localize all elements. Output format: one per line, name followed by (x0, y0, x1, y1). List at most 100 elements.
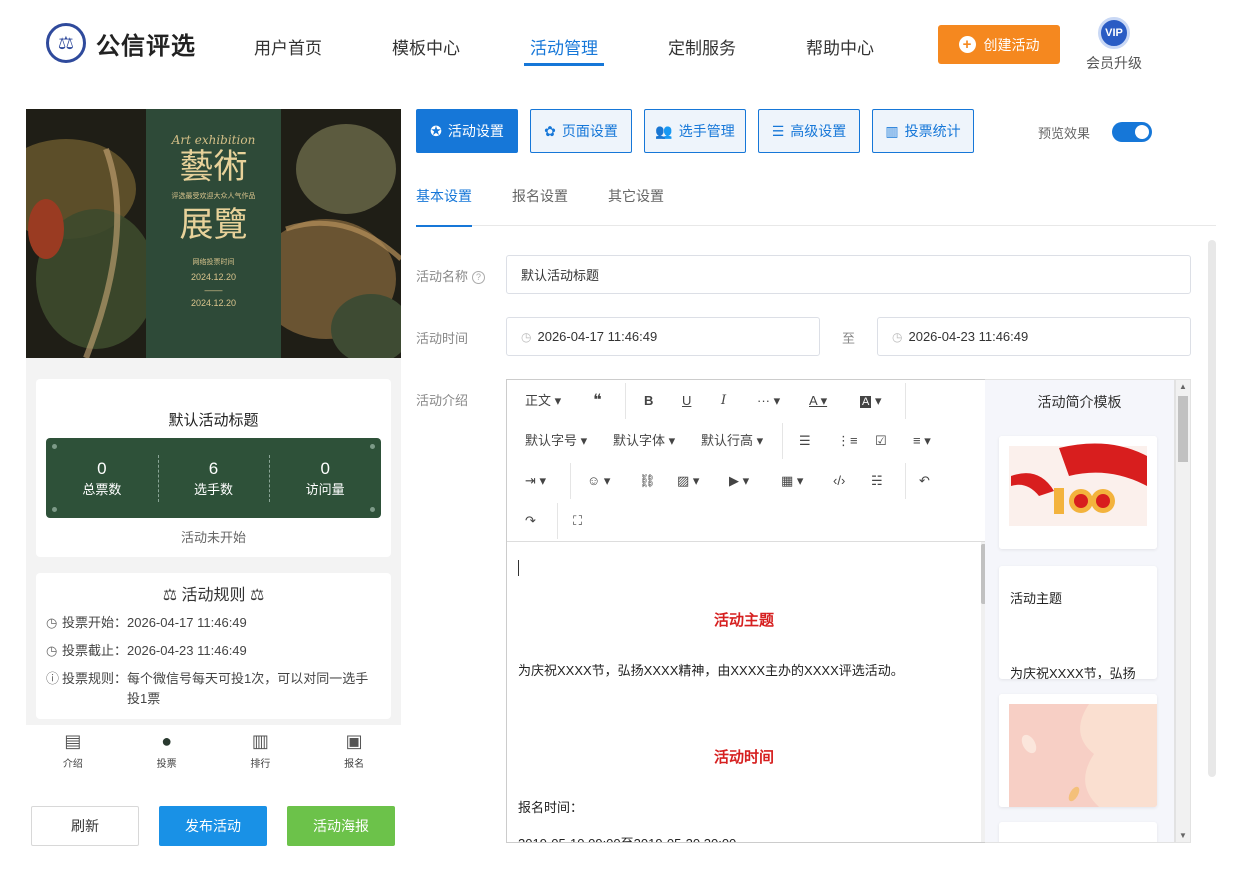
clock-icon: ◷ (521, 329, 532, 344)
stat-label: 访问量 (305, 481, 345, 497)
mobile-tabbar: ▤ 介绍 ● 投票 ▥ 排行 ▣ 报名 (26, 725, 401, 777)
tab-page-settings[interactable]: ✿ 页面设置 (530, 109, 632, 153)
subtab-signup[interactable]: 报名设置 (512, 186, 568, 226)
indent-dropdown-icon[interactable]: ⇥ ▾ (525, 471, 546, 491)
stats-panel: 0 总票数 6 选手数 0 访问量 (46, 438, 381, 518)
template-scrollbar-thumb[interactable] (1178, 396, 1188, 462)
tab-label: 高级设置 (790, 123, 847, 139)
preview-switch[interactable] (1112, 122, 1153, 142)
scroll-up-icon[interactable]: ▲ (1179, 382, 1187, 391)
link-icon[interactable]: ⛓ (639, 471, 656, 491)
template-card[interactable] (999, 822, 1157, 842)
italic-button[interactable]: I (721, 391, 726, 411)
tab-advanced-settings[interactable]: ☰ 高级设置 (758, 109, 860, 153)
star-icon: ✪ (430, 122, 442, 139)
bold-button[interactable]: B (644, 391, 653, 411)
settings-sub-tabs: 基本设置 报名设置 其它设置 (416, 186, 1216, 227)
tab-signup[interactable]: ▣ 报名 (307, 725, 401, 777)
scroll-down-icon[interactable]: ▼ (1179, 831, 1187, 840)
tab-rank[interactable]: ▥ 排行 (214, 725, 308, 777)
table-dropdown-icon[interactable]: ▦ ▾ (781, 471, 803, 491)
divider-line-icon[interactable]: ☵ (871, 471, 883, 491)
refresh-button[interactable]: 刷新 (31, 806, 139, 846)
tab-label: 介绍 (62, 759, 83, 770)
vip-upgrade[interactable]: VIP 会员升级 (1084, 17, 1144, 73)
subtab-other[interactable]: 其它设置 (608, 186, 664, 226)
fullscreen-icon[interactable]: ⛶ (573, 511, 582, 531)
more-format-dropdown[interactable]: ··· ▾ (757, 391, 780, 411)
text-cursor (518, 560, 519, 576)
template-scrollbar[interactable]: ▲ ▼ (1175, 379, 1191, 843)
todo-list-icon[interactable]: ☑ (875, 431, 887, 451)
tab-activity-settings[interactable]: ✪ 活动设置 (416, 109, 518, 153)
nav-activity-management[interactable]: 活动管理 (524, 34, 604, 66)
template-panel-title: 活动简介模板 (1037, 394, 1122, 410)
tab-label: 投票统计 (904, 123, 961, 139)
paragraph-dropdown[interactable]: 正文 ▾ (525, 391, 561, 411)
tab-label: 投票 (156, 759, 177, 770)
paragraph-label: 正文 (525, 393, 552, 408)
gavel-icon: ⚖ (249, 587, 265, 604)
stat-value: 0 (320, 458, 330, 478)
bar-chart-icon: ▥ (885, 122, 899, 139)
redo-icon[interactable]: ↷ (525, 511, 536, 531)
emoji-dropdown-icon[interactable]: ☺ ▾ (587, 471, 610, 491)
activity-poster-button[interactable]: 活动海报 (287, 806, 395, 846)
tab-vote-statistics[interactable]: ▥ 投票统计 (872, 109, 974, 153)
tab-contestant-management[interactable]: 👥 选手管理 (644, 109, 746, 153)
background-color-dropdown[interactable]: A ▾ (860, 391, 881, 411)
stat-total-votes: 0 总票数 (46, 459, 158, 498)
numbered-list-icon[interactable]: ⋮≡ (837, 431, 858, 451)
undo-icon[interactable]: ↶ (919, 471, 930, 491)
tab-vote[interactable]: ● 投票 (120, 725, 214, 777)
logo[interactable]: ⚖ 公信评选 (46, 23, 196, 63)
tab-intro[interactable]: ▤ 介绍 (26, 725, 120, 777)
publish-activity-button[interactable]: 发布活动 (159, 806, 267, 846)
nav-home[interactable]: 用户首页 (254, 34, 322, 66)
subtab-basic[interactable]: 基本设置 (416, 186, 472, 227)
template-thumbnail (999, 436, 1157, 549)
tab-label: 页面设置 (561, 123, 618, 139)
code-icon[interactable]: ‹/› (833, 471, 845, 491)
activity-summary-card: 默认活动标题 0 总票数 6 选手数 0 访问量 活动未开始 (36, 379, 391, 557)
bullet-list-icon[interactable]: ☰ (799, 431, 811, 451)
align-dropdown-icon[interactable]: ≡ ▾ (913, 431, 931, 451)
line-height-dropdown[interactable]: 默认行高 ▾ (701, 431, 763, 451)
font-color-label: A (809, 393, 817, 408)
toolbar-divider (570, 463, 571, 499)
nav-templates[interactable]: 模板中心 (392, 34, 460, 66)
nav-help[interactable]: 帮助中心 (806, 34, 874, 66)
rule-vote-start: ◷ 投票开始： 2026-04-17 11:46:49 (46, 613, 391, 633)
rule-value: 2026-04-23 11:46:49 (127, 643, 247, 658)
editor-content[interactable]: 活动主题 为庆祝XXXX节，弘扬XXXX精神，由XXXX主办的XXXX评选活动。… (507, 542, 981, 842)
template-card[interactable] (999, 694, 1157, 807)
font-family-dropdown[interactable]: 默认字体 ▾ (613, 431, 675, 451)
corner-dot (370, 507, 375, 512)
activity-name-label: 活动名称? (416, 266, 486, 285)
toolbar-divider (905, 463, 906, 499)
tab-label: 选手管理 (678, 123, 735, 139)
nav-custom-service[interactable]: 定制服务 (668, 34, 736, 66)
end-time-input[interactable]: ◷ 2026-04-23 11:46:49 (877, 317, 1191, 356)
image-dropdown-icon[interactable]: ▨ ▾ (677, 471, 699, 491)
template-card[interactable] (999, 436, 1157, 549)
content-paragraph: 报名时间： (518, 800, 584, 815)
template-card[interactable]: 活动主题 为庆祝XXXX节，弘扬 (999, 566, 1157, 679)
font-family-label: 默认字体 (613, 433, 666, 448)
create-activity-button[interactable]: + 创建活动 (938, 25, 1060, 64)
page-scrollbar[interactable] (1208, 240, 1216, 777)
font-size-dropdown[interactable]: 默认字号 ▾ (525, 431, 587, 451)
rule-value: 2026-04-17 11:46:49 (127, 615, 247, 630)
time-range-separator: 至 (842, 331, 856, 346)
font-color-dropdown[interactable]: A ▾ (809, 391, 827, 411)
video-dropdown-icon[interactable]: ▶ ▾ (729, 471, 749, 491)
clock-icon: ◷ (46, 615, 58, 630)
preview-effect-toggle: 预览效果 (1038, 122, 1153, 142)
start-time-input[interactable]: ◷ 2026-04-17 11:46:49 (506, 317, 820, 356)
quote-icon[interactable]: ❝ (593, 391, 602, 411)
underline-button[interactable]: U (682, 391, 691, 411)
activity-name-input[interactable]: 默认活动标题 (506, 255, 1191, 294)
help-icon[interactable]: ? (472, 271, 486, 284)
poster-date-end: 2024.12.20 (190, 298, 237, 308)
stat-contestants: 6 选手数 (157, 454, 270, 502)
